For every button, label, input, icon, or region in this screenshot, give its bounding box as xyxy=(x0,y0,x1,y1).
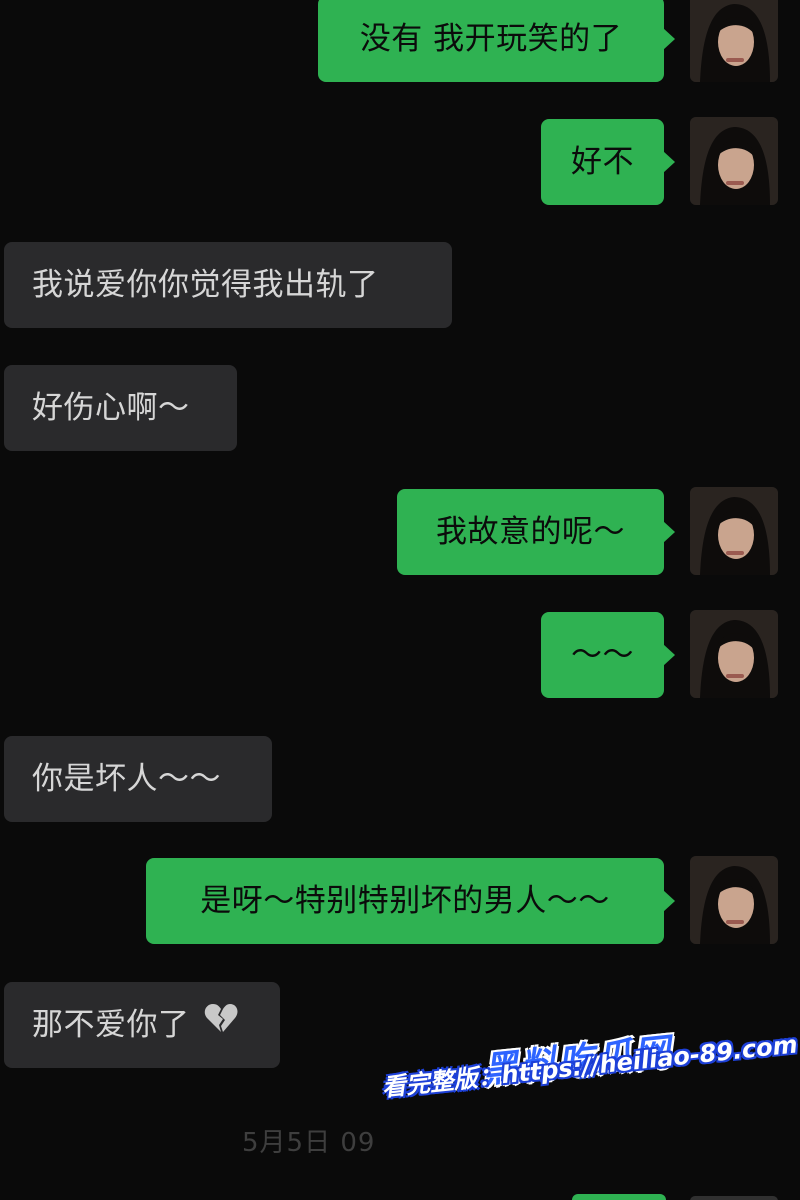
avatar[interactable] xyxy=(690,610,778,698)
message-bubble-received[interactable]: 那不爱你了 xyxy=(4,982,280,1068)
message-bubble-sent[interactable]: 好不 xyxy=(541,119,675,205)
avatar[interactable] xyxy=(690,856,778,944)
avatar-portrait-icon xyxy=(690,0,778,82)
message-bubble-sent-partial[interactable] xyxy=(572,1194,666,1200)
avatar-portrait-icon xyxy=(690,487,778,575)
message-text: 你是坏人～～ xyxy=(32,761,221,797)
message-bubble-received[interactable]: 你是坏人～～ xyxy=(4,736,272,822)
avatar-portrait-icon xyxy=(690,856,778,944)
watermark-url: 看完整版：https://heiliao-89.com xyxy=(380,1030,799,1102)
message-text: 是呀～特别特别坏的男人～～ xyxy=(200,883,610,919)
avatar-portrait-icon xyxy=(690,117,778,205)
message-bubble-sent[interactable]: 没有 我开玩笑的了 xyxy=(318,0,675,82)
message-text: 我说爱你你觉得我出轨了 xyxy=(32,267,379,303)
message-timestamp: 5月5日 09 xyxy=(242,1128,376,1158)
message-bubble-sent[interactable]: ～～ xyxy=(541,612,675,698)
avatar-partial[interactable] xyxy=(690,1196,778,1200)
message-text: 那不爱你了 xyxy=(32,1007,190,1043)
message-text: ～～ xyxy=(571,637,634,673)
watermark-brand: 黑料吃瓜网 xyxy=(480,1031,675,1092)
message-text: 好不 xyxy=(571,144,634,180)
avatar[interactable] xyxy=(690,117,778,205)
broken-heart-icon xyxy=(204,981,238,1067)
message-bubble-sent[interactable]: 我故意的呢～ xyxy=(397,489,675,575)
message-text: 没有 我开玩笑的了 xyxy=(359,21,623,57)
message-text: 我故意的呢～ xyxy=(436,514,625,550)
avatar-portrait-icon xyxy=(690,610,778,698)
message-bubble-received[interactable]: 我说爱你你觉得我出轨了 xyxy=(4,242,452,328)
avatar[interactable] xyxy=(690,0,778,82)
avatar[interactable] xyxy=(690,487,778,575)
message-bubble-received[interactable]: 好伤心啊～ xyxy=(4,365,237,451)
message-text: 好伤心啊～ xyxy=(32,390,190,426)
chat-screen: 没有 我开玩笑的了 好不 我说爱你你觉得我出轨了 好伤心啊～ 我故意的呢～ ～～… xyxy=(0,0,800,1200)
message-bubble-sent[interactable]: 是呀～特别特别坏的男人～～ xyxy=(146,858,675,944)
